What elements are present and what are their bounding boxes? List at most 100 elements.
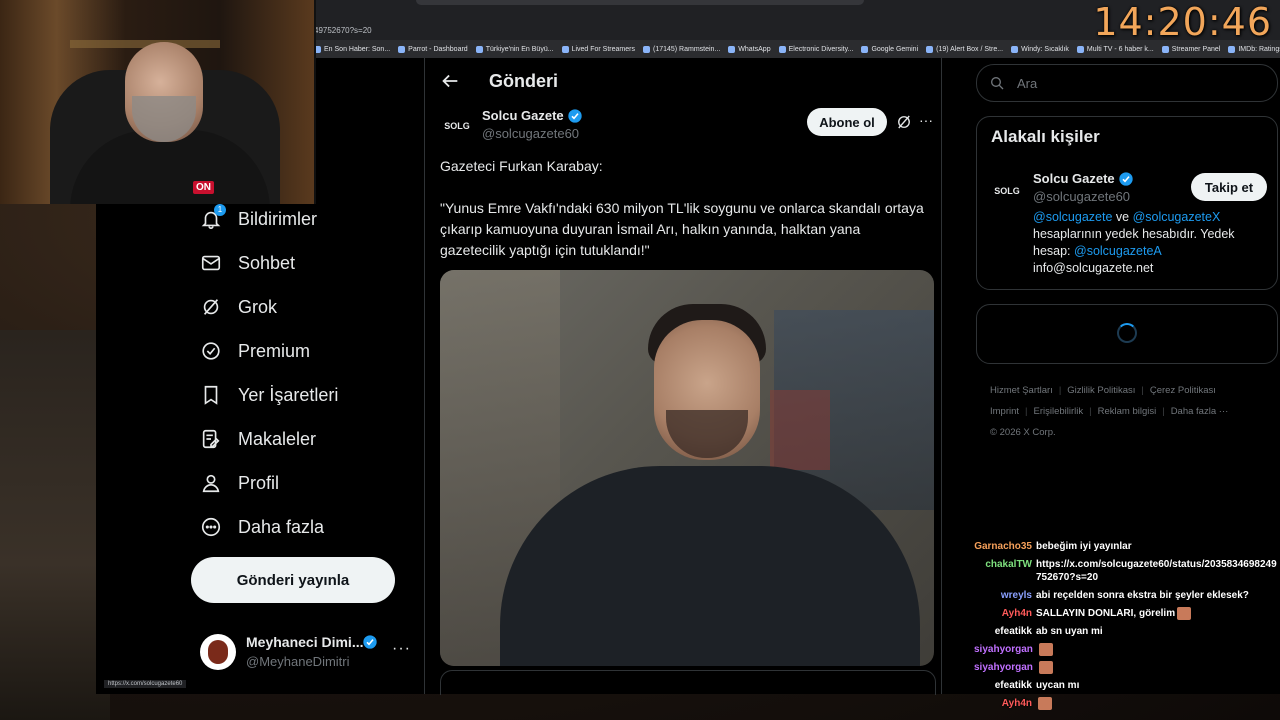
bookmark-favicon-icon <box>1228 45 1236 53</box>
bookmark-item[interactable]: Google Gemini <box>861 45 918 53</box>
bookmark-item[interactable]: Lived For Streamers <box>561 45 635 53</box>
subscribe-button[interactable]: Abone ol <box>807 108 887 136</box>
footer-link[interactable]: Gizlilik Politikası <box>1067 385 1135 396</box>
article-icon <box>200 428 222 450</box>
author-name[interactable]: Solcu Gazete <box>482 108 564 123</box>
post-button[interactable]: Gönderi yayınla <box>191 557 395 603</box>
verified-icon <box>363 635 377 649</box>
chat-text <box>1037 661 1280 675</box>
more-circle-icon <box>200 516 222 538</box>
search-input[interactable] <box>1015 71 1259 95</box>
notification-badge: 1 <box>214 204 226 216</box>
chat-username[interactable]: wreyls <box>974 589 1036 602</box>
nav-item-label: Bildirimler <box>238 208 318 229</box>
bookmark-item[interactable]: (19) Alert Box / Stre... <box>926 45 1003 53</box>
chat-text: bebeğim iyi yayınlar <box>1036 541 1132 552</box>
desk-background <box>0 330 110 720</box>
bookmark-icon <box>200 384 222 406</box>
bookmark-favicon-icon <box>728 45 736 53</box>
page-title: Gönderi <box>489 71 559 91</box>
footer-link[interactable]: Imprint <box>990 406 1019 417</box>
nav-item-chat[interactable]: Sohbet <box>200 243 295 283</box>
search-box[interactable] <box>976 64 1278 102</box>
nav-item-notifications[interactable]: 1 Bildirimler <box>200 199 317 239</box>
loading-spinner-icon <box>1117 323 1137 343</box>
grok-icon <box>200 296 222 318</box>
nav-item-profile[interactable]: Profil <box>200 463 279 503</box>
bookmark-favicon-icon <box>475 45 483 53</box>
bookmark-favicon-icon <box>398 45 406 53</box>
back-arrow-icon[interactable] <box>439 70 461 92</box>
more-icon[interactable]: ··· <box>919 112 933 128</box>
chat-username[interactable]: siyahyorgan <box>974 643 1037 656</box>
bookmark-item[interactable]: (17145) Rammstein... <box>642 45 720 53</box>
copyright: © 2026 X Corp. <box>990 427 1056 438</box>
bookmark-favicon-icon <box>778 45 786 53</box>
more-icon[interactable]: ··· <box>392 640 411 658</box>
nav-item-premium[interactable]: Premium <box>200 331 310 371</box>
chat-username[interactable]: Ayh4n <box>974 697 1036 710</box>
bookmark-item[interactable]: En Son Haber: Son... <box>314 45 390 53</box>
related-avatar[interactable]: SOLG <box>991 175 1023 207</box>
chat-text: ab sn uyan mi <box>1036 626 1103 638</box>
status-bar-url: https://x.com/solcugazete60 <box>104 680 187 688</box>
account-handle: @MeyhaneDimitri <box>246 654 350 669</box>
chat-message: efeatikk uycan mı <box>974 679 1280 692</box>
post-header: Gönderi <box>425 58 941 106</box>
related-name[interactable]: Solcu Gazete <box>1033 171 1115 186</box>
nav-item-bookmarks[interactable]: Yer İşaretleri <box>200 375 338 415</box>
follow-button[interactable]: Takip et <box>1191 173 1267 201</box>
bio-link[interactable]: @solcugazete <box>1033 210 1112 224</box>
nav-item-label: Yer İşaretleri <box>238 384 339 405</box>
post-video[interactable] <box>440 270 934 666</box>
avatar <box>200 634 236 670</box>
bookmark-item[interactable]: Streamer Panel <box>1161 45 1220 53</box>
person-icon <box>200 472 222 494</box>
bio-link[interactable]: @solcugazeteA <box>1074 244 1162 258</box>
chat-text <box>1037 643 1280 657</box>
url-text[interactable]: 4975267​0?s=20 <box>314 26 372 35</box>
chat-username[interactable]: Ayh4n <box>974 607 1036 620</box>
bookmark-item[interactable]: WhatsApp <box>728 45 771 53</box>
chat-text: SALLAYIN DONLARI, görelim <box>1036 607 1280 620</box>
bio-email: info@solcugazete.net <box>1033 261 1154 275</box>
related-bio: @solcugazete ve @solcugazeteX hesapların… <box>1033 210 1235 275</box>
verified-badge-icon <box>200 340 222 362</box>
bookmark-item[interactable]: Windy: Sıcaklık <box>1011 45 1069 53</box>
bookmark-item[interactable]: Türkiye'nin En Büyü... <box>475 45 554 53</box>
nav-item-label: Grok <box>238 296 278 317</box>
chat-message: Garnacho35 bebeğim iyi yayınlar <box>974 540 1280 553</box>
bookmark-item[interactable]: Multi TV - 6 haber k... <box>1076 45 1154 53</box>
bookmark-item[interactable]: Parrot - Dashboard <box>398 45 468 53</box>
grok-icon[interactable] <box>895 113 913 131</box>
bookmark-item[interactable]: Electronic Diversity... <box>778 45 853 53</box>
bookmark-favicon-icon <box>1076 45 1084 53</box>
nav-item-articles[interactable]: Makaleler <box>200 419 316 459</box>
address-bar[interactable] <box>416 0 864 5</box>
chat-username[interactable]: Garnacho35 <box>974 540 1036 553</box>
chat-username[interactable]: chakalTW <box>974 558 1036 571</box>
emote-icon <box>1038 661 1053 675</box>
chat-username[interactable]: efeatikk <box>974 625 1036 638</box>
footer-link[interactable]: Daha fazla ··· <box>1171 406 1229 417</box>
footer-link[interactable]: Erişilebilirlik <box>1034 406 1084 417</box>
footer-link[interactable]: Hizmet Şartları <box>990 385 1053 396</box>
chat-username[interactable]: siyahyorgan <box>974 661 1037 674</box>
reply-preview[interactable] <box>440 670 936 695</box>
chat-username[interactable]: efeatikk <box>974 679 1036 692</box>
footer-link[interactable]: Reklam bilgisi <box>1098 406 1157 417</box>
bookmark-favicon-icon <box>1161 45 1169 53</box>
stream-chat: Garnacho35 bebeğim iyi yayınlar chakalTW ht… <box>974 540 1280 720</box>
nav-item-label: Makaleler <box>238 428 317 449</box>
footer-link[interactable]: Çerez Politikası <box>1150 385 1216 396</box>
author-avatar[interactable]: SOLG <box>441 110 473 142</box>
webcam-overlay: ON <box>0 0 316 204</box>
related-handle[interactable]: @solcugazete60 <box>1033 189 1130 204</box>
bookmark-item[interactable]: IMDb: Ratings, Revi... <box>1228 45 1280 53</box>
bio-link[interactable]: @solcugazeteX <box>1133 210 1221 224</box>
search-icon <box>991 77 1004 90</box>
nav-item-grok[interactable]: Grok <box>200 287 277 327</box>
account-switcher[interactable]: Meyhaneci Dimi... @MeyhaneDimitri ··· <box>200 630 420 674</box>
author-handle[interactable]: @solcugazete60 <box>482 126 579 141</box>
nav-item-more[interactable]: Daha fazla <box>200 507 324 547</box>
